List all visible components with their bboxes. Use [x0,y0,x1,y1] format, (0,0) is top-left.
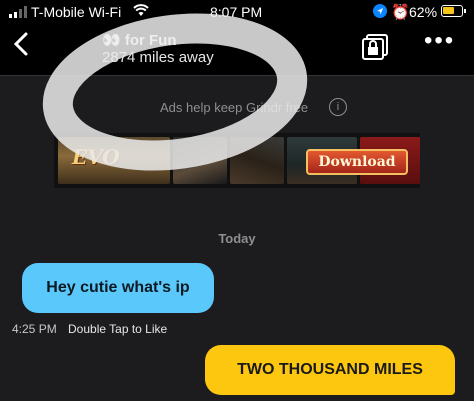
ad-game-logo: EVO [58,137,170,184]
info-icon[interactable]: i [329,98,347,116]
distance-label: 2874 miles away [102,49,214,66]
ad-note: Ads help keep Grindr free [160,100,309,115]
status-bar: T-Mobile Wi-Fi 8:07 PM ⏰ 62% [0,0,474,24]
ad-download-button[interactable]: Download [306,149,408,175]
ad-banner[interactable]: EVO Download [54,133,420,188]
more-options-icon[interactable]: ••• [424,29,455,53]
back-arrow-icon[interactable] [12,32,30,61]
ad-image-scene [230,137,284,184]
battery-percent: 62% [409,4,438,20]
outgoing-message-bubble[interactable]: TWO THOUSAND MILES [205,345,455,395]
private-album-button[interactable] [362,34,388,65]
incoming-message-bubble[interactable]: Hey cutie what's ip [22,263,214,313]
location-arrow-icon [373,4,387,21]
battery-fill [443,7,454,14]
alarm-icon: ⏰ [391,4,410,21]
ad-logo-text: EVO [72,145,120,169]
double-tap-hint: Double Tap to Like [68,322,168,336]
chat-header: 👀 for Fun 2874 miles away ••• [0,24,474,76]
message-timestamp: 4:25 PM [12,322,57,336]
ad-image-scene [173,137,227,184]
cell-signal-icon [9,6,27,18]
chat-title[interactable]: 👀 for Fun [102,31,177,49]
battery-icon [441,5,466,17]
day-separator: Today [218,231,256,246]
wifi-icon [133,4,149,20]
status-time: 8:07 PM [210,4,263,20]
carrier-label: T-Mobile Wi-Fi [31,4,122,20]
